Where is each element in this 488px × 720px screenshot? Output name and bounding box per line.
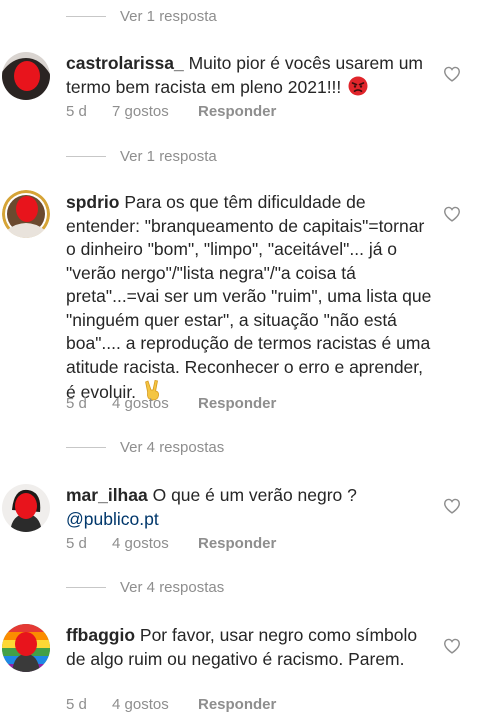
view-replies-label: Ver 4 respostas bbox=[120, 578, 225, 596]
comment-text-block: ffbaggio Por favor, usar negro como símb… bbox=[66, 624, 434, 671]
comment-text-block: castrolarissa_ Muito pior é vocês usarem… bbox=[66, 52, 434, 102]
angry-face-emoji bbox=[348, 76, 368, 103]
comment-meta: 5 d 4 gostos Responder bbox=[66, 694, 276, 714]
heart-outline-icon[interactable] bbox=[443, 498, 461, 514]
comment-text-block: mar_ilhaa O que é um verão negro ? @publ… bbox=[66, 484, 434, 531]
avatar[interactable] bbox=[2, 190, 50, 238]
mention-link[interactable]: @publico.pt bbox=[66, 509, 159, 529]
avatar[interactable] bbox=[2, 484, 50, 532]
comment-meta: 5 d 4 gostos Responder bbox=[66, 533, 276, 553]
avatar[interactable] bbox=[2, 624, 50, 672]
comment-username[interactable]: ffbaggio bbox=[66, 625, 135, 645]
comment-username[interactable]: spdrio bbox=[66, 192, 119, 212]
heart-outline-icon[interactable] bbox=[443, 638, 461, 654]
reply-button[interactable]: Responder bbox=[198, 696, 276, 713]
comment-time: 5 d bbox=[66, 534, 87, 552]
comment-meta: 5 d 7 gostos Responder bbox=[66, 101, 276, 121]
comment-text: O que é um verão negro ? bbox=[152, 485, 357, 505]
likes-count[interactable]: 4 gostos bbox=[112, 696, 198, 713]
reply-button[interactable]: Responder bbox=[198, 103, 276, 120]
comment-time: 5 d bbox=[66, 695, 87, 713]
likes-count[interactable]: 4 gostos bbox=[112, 395, 198, 412]
comment-username[interactable]: castrolarissa_ bbox=[66, 53, 184, 73]
likes-count[interactable]: 4 gostos bbox=[112, 535, 198, 552]
view-replies-link[interactable]: Ver 1 resposta bbox=[66, 4, 217, 28]
comment-text: Para os que têm dificuldade de entender:… bbox=[66, 192, 432, 402]
reply-divider-line bbox=[66, 586, 106, 588]
comment-username[interactable]: mar_ilhaa bbox=[66, 485, 148, 505]
comment-meta: 5 d 4 gostos Responder bbox=[66, 393, 276, 413]
view-replies-link[interactable]: Ver 1 resposta bbox=[66, 144, 217, 168]
reply-divider-line bbox=[66, 15, 106, 17]
avatar[interactable] bbox=[2, 52, 50, 100]
reply-button[interactable]: Responder bbox=[198, 395, 276, 412]
reply-divider-line bbox=[66, 446, 106, 448]
view-replies-link[interactable]: Ver 4 respostas bbox=[66, 435, 224, 459]
view-replies-link[interactable]: Ver 4 respostas bbox=[66, 575, 224, 599]
heart-outline-icon[interactable] bbox=[443, 206, 461, 222]
view-replies-label: Ver 1 resposta bbox=[120, 147, 217, 165]
comment-time: 5 d bbox=[66, 102, 87, 120]
comment-time: 5 d bbox=[66, 394, 87, 412]
view-replies-label: Ver 1 resposta bbox=[120, 7, 217, 25]
reply-button[interactable]: Responder bbox=[198, 535, 276, 552]
reply-divider-line bbox=[66, 155, 106, 157]
view-replies-label: Ver 4 respostas bbox=[120, 438, 225, 456]
likes-count[interactable]: 7 gostos bbox=[112, 103, 198, 120]
comment-text-block: spdrio Para os que têm dificuldade de en… bbox=[66, 191, 434, 408]
heart-outline-icon[interactable] bbox=[443, 66, 461, 82]
